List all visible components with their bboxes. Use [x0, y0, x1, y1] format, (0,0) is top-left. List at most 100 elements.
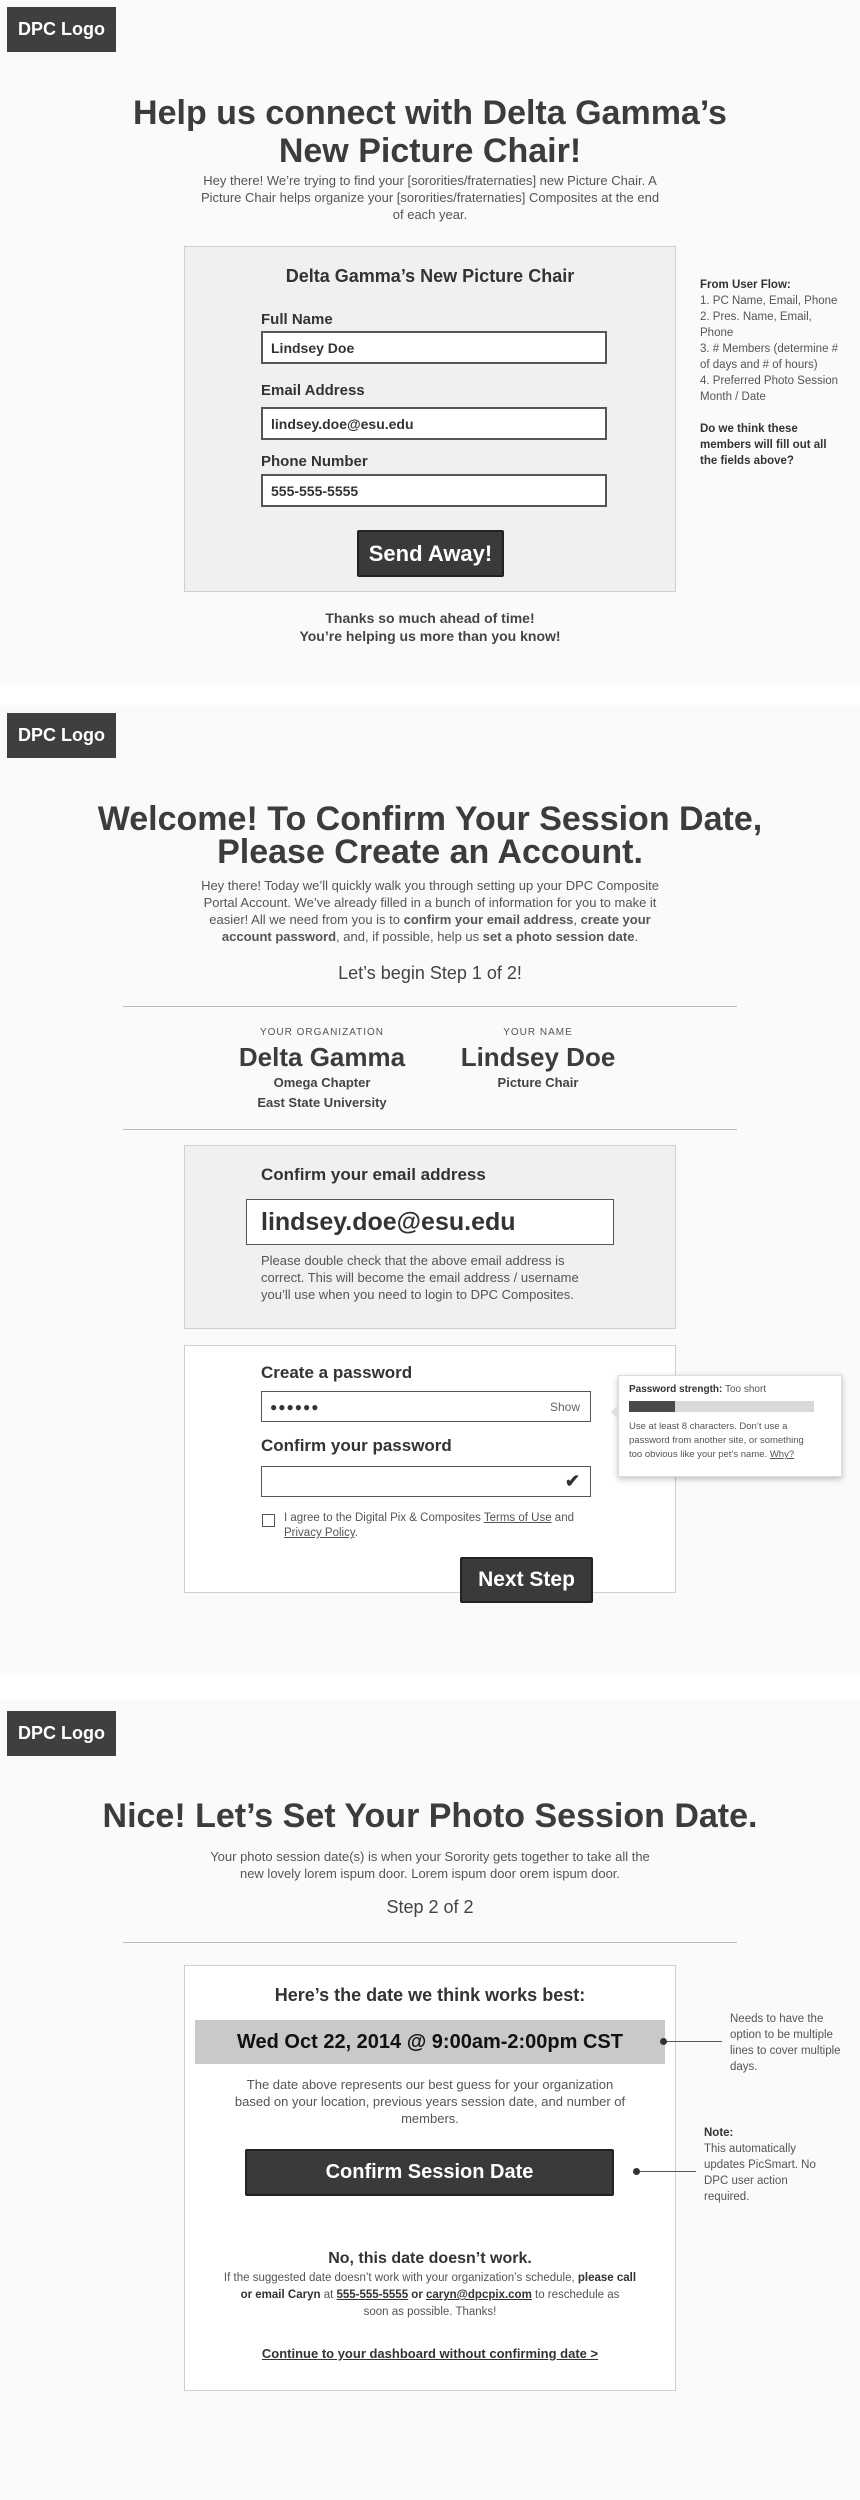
date-explanation: The date above represents our best guess… [205, 2076, 655, 2127]
phone-label: Phone Number [261, 453, 368, 470]
screen-session-date: DPC Logo Nice! Let’s Set Your Photo Sess… [0, 1700, 860, 2500]
org-name: Delta Gamma [238, 1042, 406, 1072]
phone-field[interactable]: 555-555-5555 [261, 474, 607, 507]
intro-bold: set a photo session date [482, 929, 635, 944]
date-lines-note: Needs to have the option to be multiple … [730, 2011, 855, 2075]
strength-help: Use at least 8 characters. Don’t use a p… [629, 1420, 829, 1462]
note-line: lines to cover multiple [730, 2045, 841, 2057]
confirm-email-section: Confirm your email address lindsey.doe@e… [184, 1145, 676, 1329]
agree-text: . [354, 1527, 358, 1539]
help-line: you’ll use when you need to login to DPC… [261, 1287, 574, 1302]
confirm-email-field[interactable]: lindsey.doe@esu.edu [246, 1199, 614, 1245]
confirm-email-help: Please double check that the above email… [261, 1252, 621, 1303]
divider [123, 1129, 737, 1130]
strength-meter-fill [629, 1401, 676, 1412]
strength-value: Too short [724, 1384, 767, 1395]
dpc-logo: DPC Logo [7, 7, 116, 52]
intro-text: easier! All we need from you is to [209, 912, 404, 927]
user-flow-note: From User Flow: 1. PC Name, Email, Phone… [700, 277, 850, 469]
step-indicator: Step 2 of 2 [386, 1897, 474, 1917]
screen-picture-chair: DPC Logo Help us connect with Delta Gamm… [0, 0, 860, 685]
confirm-session-date-button[interactable]: Confirm Session Date [245, 2149, 614, 2196]
connector-dot [660, 2038, 667, 2045]
note-line: 4. Preferred Photo Session [700, 375, 839, 387]
note-title: Note: [704, 2127, 734, 2139]
intro-text: . [634, 929, 639, 944]
send-away-button[interactable]: Send Away! [357, 530, 504, 577]
reschedule-info: If the suggested date doesn’t work with … [195, 2270, 665, 2321]
continue-to-dashboard-link[interactable]: Continue to your dashboard without confi… [262, 2346, 598, 2361]
user-name: Lindsey Doe [460, 1042, 616, 1072]
note-line: DPC user action [704, 2175, 788, 2187]
connector-dot [633, 2168, 640, 2175]
intro-line3: easier! All we need from you is to confi… [100, 911, 760, 928]
note-question: members will fill out all [700, 439, 827, 451]
password-mask: ●●●●●● [270, 1399, 320, 1414]
note-line: This automatically [704, 2143, 797, 2155]
email-field[interactable]: lindsey.doe@esu.edu [261, 407, 607, 440]
note-line: Month / Date [700, 391, 766, 403]
strength-help-line: too obvious like your pet’s name. [629, 1449, 770, 1460]
thanks-line1: Thanks so much ahead of time! [325, 610, 535, 626]
next-step-button[interactable]: Next Step [460, 1557, 593, 1603]
terms-checkbox[interactable] [262, 1514, 275, 1527]
thanks-line2: You’re helping us more than you know! [299, 628, 561, 644]
note-question: Do we think these [700, 423, 798, 435]
intro-text: , and, if possible, help us [336, 929, 483, 944]
reschedule-bold: please call [577, 2272, 637, 2284]
checkmark-icon: ✔ [564, 1471, 580, 1491]
show-password-toggle[interactable]: Show [550, 1400, 580, 1414]
strength-label-row: Password strength: Too short [629, 1384, 766, 1395]
help-line: correct. This will become the email addr… [261, 1270, 579, 1285]
terms-agreement: I agree to the Digital Pix & Composites … [284, 1511, 584, 1541]
intro-bold: create your [580, 912, 651, 927]
password-field[interactable]: ●●●●●● Show [261, 1391, 591, 1422]
dpc-logo: DPC Logo [7, 713, 116, 758]
reschedule-bold: or email Caryn [240, 2289, 321, 2301]
note-line: of days and # of hours) [700, 359, 818, 371]
create-password-label: Create a password [261, 1363, 413, 1382]
org-school: East State University [257, 1095, 387, 1110]
terms-link[interactable]: Terms of Use [484, 1512, 552, 1524]
note-connector [662, 2041, 722, 2042]
org-chapter: Omega Chapter [273, 1075, 371, 1090]
intro-line2: Portal Account. We’ve already filled in … [203, 895, 657, 910]
strength-meter [629, 1401, 814, 1412]
session-date-card: Here’s the date we think works best: Wed… [184, 1965, 676, 2391]
privacy-link[interactable]: Privacy Policy [284, 1527, 355, 1539]
no-date-heading: No, this date doesn’t work. [328, 2250, 532, 2267]
help-line: Please double check that the above email… [261, 1253, 565, 1268]
email-label: Email Address [261, 382, 365, 399]
user-role: Picture Chair [497, 1075, 579, 1090]
intro-line3: of each year. [392, 207, 468, 222]
note-connector [636, 2171, 696, 2172]
dpc-logo: DPC Logo [7, 1711, 116, 1756]
picsmart-note: Note: This automatically updates PicSmar… [704, 2125, 834, 2205]
email-link[interactable]: caryn@dpcpix.com [426, 2289, 532, 2301]
page-title-line2: Please Create an Account. [217, 833, 643, 871]
strength-help-line: password from another site, or something [629, 1435, 804, 1446]
screen-create-account: DPC Logo Welcome! To Confirm Your Sessio… [0, 705, 860, 1675]
phone-link[interactable]: 555-555-5555 [336, 2289, 408, 2301]
intro-line1: Hey there! Today we’ll quickly walk you … [201, 878, 659, 893]
full-name-field[interactable]: Lindsey Doe [261, 331, 607, 364]
form-heading: Delta Gamma’s New Picture Chair [285, 266, 575, 286]
intro-line4: account password, and, if possible, help… [100, 928, 760, 945]
tooltip-arrow [611, 1404, 619, 1420]
intro-line1: Hey there! We’re trying to find your [so… [203, 173, 657, 188]
agree-text: I agree to the Digital Pix & Composites [284, 1512, 484, 1524]
note-line: updates PicSmart. No [704, 2159, 816, 2171]
dashboard-link-row: Continue to your dashboard without confi… [185, 2345, 675, 2363]
suggested-date-value: Wed Oct 22, 2014 @ 9:00am-2:00pm CST [237, 2030, 623, 2053]
agree-text: and [551, 1512, 574, 1524]
confirm-password-field[interactable]: ✔ [261, 1466, 591, 1497]
strength-label: Password strength: [629, 1384, 723, 1395]
why-link[interactable]: Why? [770, 1449, 794, 1460]
reschedule-bold: or [408, 2289, 426, 2301]
reschedule-text: If the suggested date doesn’t work with … [223, 2272, 578, 2284]
card-heading: Here’s the date we think works best: [274, 1985, 586, 2005]
intro-bold: account password [221, 929, 337, 944]
intro-line2: Picture Chair helps organize your [soror… [200, 190, 660, 205]
note-line: option to be multiple [730, 2029, 833, 2041]
note-title: From User Flow: [700, 279, 791, 291]
